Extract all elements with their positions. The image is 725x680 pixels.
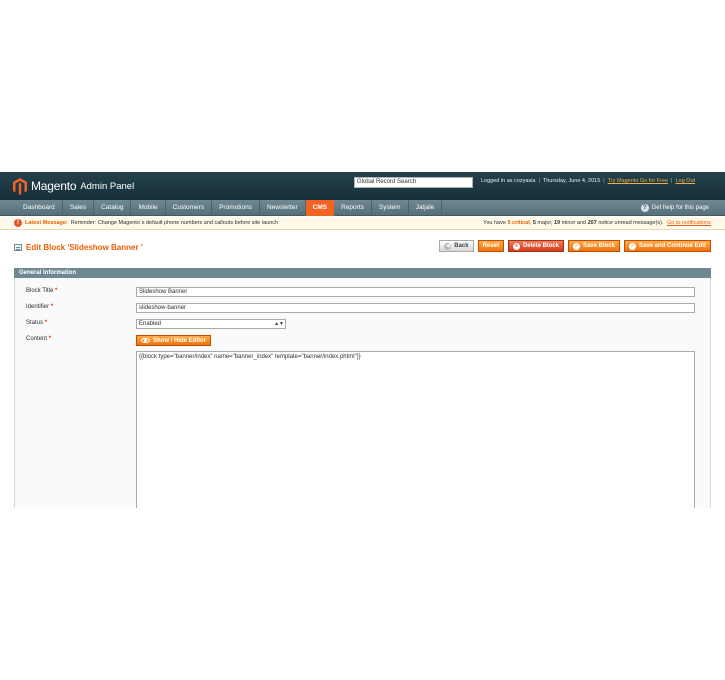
minor-label: minor and xyxy=(561,220,587,226)
latest-message-text: Reminder: Change Magento`s default phone… xyxy=(70,220,279,226)
reset-button-label: Reset xyxy=(482,243,499,249)
cms-block-icon xyxy=(14,244,22,251)
save-and-continue-button[interactable]: ✓ Save and Continue Edit xyxy=(623,240,711,252)
delete-button-label: Delete Block xyxy=(522,243,559,249)
nav-item-promotions[interactable]: Promotions xyxy=(212,200,260,216)
back-button-label: Back xyxy=(454,243,469,249)
block-title-label-text: Block Title xyxy=(26,288,54,294)
global-search-input[interactable]: Global Record Search xyxy=(354,177,473,188)
nav-item-mobile[interactable]: Mobile xyxy=(131,200,166,216)
status-selected-value: Enabled xyxy=(139,321,162,327)
alert-icon: ! xyxy=(14,219,22,227)
delete-icon: ✕ xyxy=(512,242,520,250)
separator: | xyxy=(603,178,605,184)
identifier-input[interactable]: slideshow-banner xyxy=(136,303,695,313)
try-magento-go-link[interactable]: Try Magento Go for Free xyxy=(608,178,668,184)
admin-screen: Magento Admin Panel Global Record Search… xyxy=(0,172,725,508)
reset-button[interactable]: Reset xyxy=(477,240,504,252)
check-icon: ✓ xyxy=(572,242,580,250)
latest-message: ! Latest Message: Reminder: Change Magen… xyxy=(14,219,278,227)
magento-logo[interactable]: Magento Admin Panel xyxy=(13,176,134,196)
latest-message-label: Latest Message: xyxy=(25,220,68,226)
required-mark: * xyxy=(44,320,48,326)
main-nav: Dashboard Sales Catalog Mobile Customers… xyxy=(0,200,725,216)
major-count: 5 xyxy=(532,220,536,226)
status-select[interactable]: Enabled ▲▼ xyxy=(136,319,286,329)
save-continue-label: Save and Continue Edit xyxy=(638,243,706,249)
content-label: Content * xyxy=(26,336,51,342)
page-head: Edit Block 'Slideshow Banner ' ◀ Back Re… xyxy=(14,240,711,256)
general-information-fieldset: Block Title * Slideshow Banner Identifie… xyxy=(14,278,711,508)
critical-count: 5 critical xyxy=(507,220,530,226)
delete-block-button[interactable]: ✕ Delete Block xyxy=(507,240,564,252)
identifier-label-text: Identifier xyxy=(26,304,50,310)
go-to-notifications-link[interactable]: Go to notifications xyxy=(667,220,711,226)
major-label: major, xyxy=(537,220,553,226)
eye-icon xyxy=(141,338,150,343)
user-bar: Logged in as cozyasia | Thursday, June 4, … xyxy=(481,178,695,184)
status-label-text: Status xyxy=(26,320,44,326)
section-title: General Information xyxy=(14,268,711,278)
page-title-text: Edit Block 'Slideshow Banner ' xyxy=(26,243,143,252)
show-hide-editor-button[interactable]: Show / Hide Editor xyxy=(136,335,212,346)
notice-count: 207 xyxy=(587,220,597,226)
content-label-text: Content xyxy=(26,336,48,342)
nav-item-reports[interactable]: Reports xyxy=(334,200,372,216)
block-title-label: Block Title * xyxy=(26,288,57,294)
back-arrow-icon: ◀ xyxy=(444,242,452,250)
required-mark: * xyxy=(48,336,52,342)
count-prefix: You have xyxy=(483,220,506,226)
required-mark: * xyxy=(50,304,54,310)
editor-toggle-label: Show / Hide Editor xyxy=(153,337,207,344)
minor-count: 19 xyxy=(553,220,561,226)
back-button[interactable]: ◀ Back xyxy=(439,240,474,252)
nav-item-newsletter[interactable]: Newsletter xyxy=(260,200,306,216)
save-block-button[interactable]: ✓ Save Block xyxy=(567,240,620,252)
content-textarea[interactable]: {{block type="banner/index" name="banner… xyxy=(136,351,695,508)
magento-logo-icon xyxy=(13,177,27,195)
required-mark: * xyxy=(55,288,58,294)
message-counts: You have 5 critical, 5 major, 19 minor a… xyxy=(483,220,711,226)
nav-item-dashboard[interactable]: Dashboard xyxy=(16,200,63,216)
page-title: Edit Block 'Slideshow Banner ' xyxy=(14,243,143,252)
help-link[interactable]: ? Get help for this page xyxy=(640,203,709,213)
block-title-input[interactable]: Slideshow Banner xyxy=(136,287,695,297)
brand-name: Magento xyxy=(31,179,77,193)
nav-item-customers[interactable]: Customers xyxy=(166,200,213,216)
logged-in-text: Logged in as cozyasia xyxy=(481,178,536,184)
separator: | xyxy=(671,178,673,184)
help-icon: ? xyxy=(640,204,649,212)
help-link-label: Get help for this page xyxy=(651,205,709,211)
nav-item-sales[interactable]: Sales xyxy=(63,200,95,216)
form-buttons: ◀ Back Reset ✕ Delete Block ✓ Save Block… xyxy=(435,240,711,252)
nav-item-cms[interactable]: CMS xyxy=(305,200,335,216)
notification-bar: ! Latest Message: Reminder: Change Magen… xyxy=(0,217,725,230)
status-label: Status * xyxy=(26,320,47,326)
identifier-label: Identifier * xyxy=(26,304,53,310)
nav-items: Dashboard Sales Catalog Mobile Customers… xyxy=(16,200,443,216)
separator: | xyxy=(538,178,540,184)
brand-subtitle: Admin Panel xyxy=(80,181,135,192)
nav-item-system[interactable]: System xyxy=(372,200,409,216)
nav-item-jatjale[interactable]: Jatjale xyxy=(409,200,443,216)
nav-item-catalog[interactable]: Catalog xyxy=(94,200,132,216)
admin-header: Magento Admin Panel Global Record Search… xyxy=(0,172,725,200)
notice-label: notice unread message(s). xyxy=(598,220,664,226)
chevron-down-icon: ▲▼ xyxy=(274,321,284,327)
check-icon: ✓ xyxy=(628,242,636,250)
logout-link[interactable]: Log Out xyxy=(675,178,695,184)
save-button-label: Save Block xyxy=(582,243,615,249)
current-date: Thursday, June 4, 2015 xyxy=(542,178,601,184)
